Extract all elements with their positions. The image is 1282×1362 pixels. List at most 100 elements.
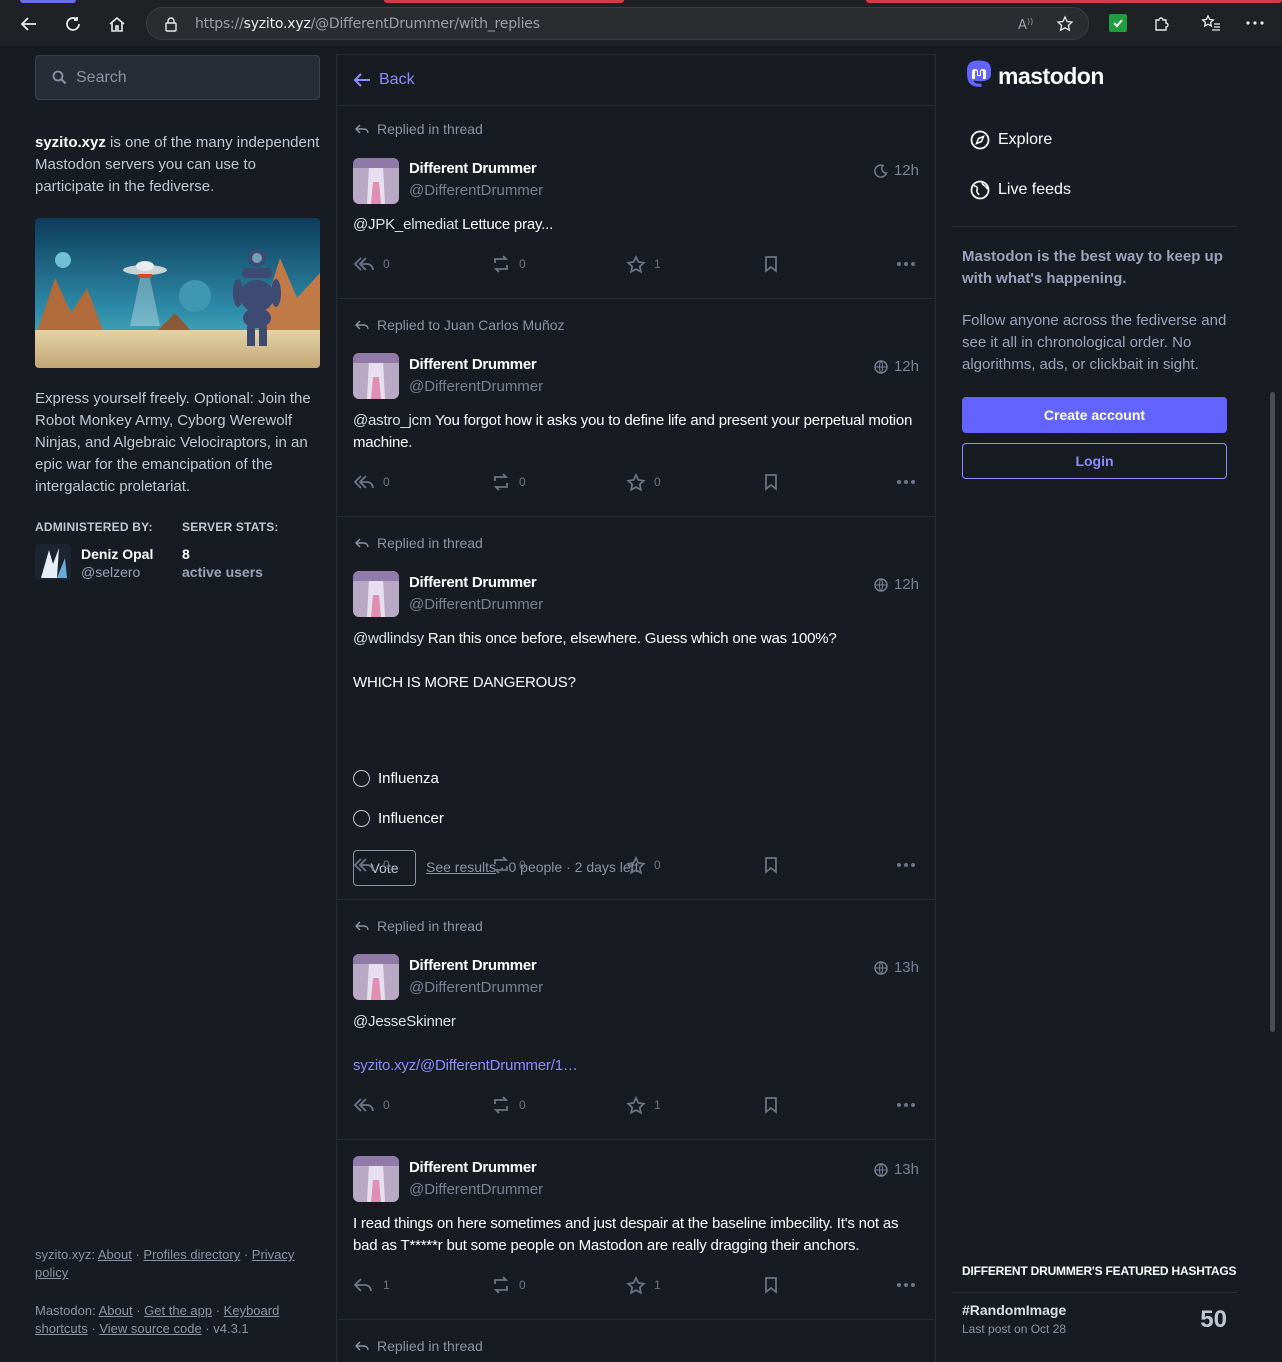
footer-directory-link[interactable]: Profiles directory	[143, 1247, 240, 1262]
more-options-button[interactable]	[897, 470, 915, 494]
poll-option[interactable]: Influencer	[353, 810, 444, 827]
active-users-label: active users	[182, 564, 263, 580]
moon-icon	[874, 163, 888, 178]
admin-avatar[interactable]	[35, 544, 71, 580]
favourite-button[interactable]: 0	[626, 470, 661, 494]
radio-button[interactable]	[353, 770, 370, 787]
status-post[interactable]: Replied to Juan Carlos Muñoz Different D…	[337, 299, 935, 517]
back-arrow-icon[interactable]	[15, 10, 43, 38]
status-time[interactable]: 13h	[874, 959, 919, 976]
footer-get-app-link[interactable]: Get the app	[144, 1303, 212, 1318]
bookmark-button[interactable]	[763, 1093, 779, 1117]
mastodon-logo[interactable]: mastodon	[964, 60, 1104, 92]
home-icon[interactable]	[103, 10, 131, 38]
footer-mastodon-about-link[interactable]: About	[99, 1303, 133, 1318]
bookmark-button[interactable]	[763, 252, 779, 276]
url-text: https://syzito.xyz/@DifferentDrummer/wit…	[195, 15, 540, 32]
extension-check-icon[interactable]	[1108, 13, 1128, 33]
boost-button[interactable]: 0	[491, 853, 526, 877]
avatar[interactable]	[353, 1156, 399, 1202]
back-button[interactable]: Back	[337, 54, 935, 106]
boost-button[interactable]: 0	[491, 1273, 526, 1297]
more-options-button[interactable]	[897, 252, 915, 276]
status-prepend: Replied in thread	[354, 918, 483, 934]
reply-arrow-icon	[355, 320, 369, 330]
status-time[interactable]: 12h	[874, 358, 919, 375]
status-link[interactable]: syzito.xyz/@DifferentDrummer/1…	[353, 1055, 913, 1077]
status-post[interactable]: Replied in thread Different Drummer @Dif…	[337, 900, 935, 1140]
status-content: @JPK_elmediat Lettuce pray...	[353, 216, 554, 233]
avatar[interactable]	[353, 571, 399, 617]
create-account-button[interactable]: Create account	[962, 397, 1227, 433]
poll-option[interactable]: Influenza	[353, 770, 439, 787]
favourite-button[interactable]: 1	[626, 252, 661, 276]
bookmark-button[interactable]	[763, 470, 779, 494]
avatar[interactable]	[353, 954, 399, 1000]
status-post[interactable]: Different Drummer @DifferentDrummer 13h …	[337, 1140, 935, 1320]
mention-link[interactable]: @JesseSkinner	[353, 1013, 456, 1030]
status-time[interactable]: 12h	[874, 162, 919, 179]
bookmark-button[interactable]	[763, 853, 779, 877]
reply-all-button[interactable]: 0	[353, 1093, 390, 1117]
reply-all-button[interactable]: 0	[353, 853, 390, 877]
account-handle[interactable]: @DifferentDrummer	[409, 979, 543, 996]
favorite-star-icon[interactable]	[1056, 15, 1074, 33]
account-handle[interactable]: @DifferentDrummer	[409, 1181, 543, 1198]
more-menu-icon[interactable]	[1245, 13, 1265, 33]
boost-button[interactable]: 0	[491, 1093, 526, 1117]
mention-link[interactable]: @wdlindsy	[353, 630, 424, 647]
signup-description: Follow anyone across the fediverse and s…	[962, 312, 1227, 373]
admin-handle[interactable]: @selzero	[81, 564, 140, 580]
nav-live-feeds[interactable]: Live feeds	[970, 180, 1071, 200]
login-button[interactable]: Login	[962, 443, 1227, 479]
footer-source-link[interactable]: View source code	[99, 1321, 201, 1336]
account-handle[interactable]: @DifferentDrummer	[409, 182, 543, 199]
avatar[interactable]	[353, 158, 399, 204]
more-options-button[interactable]	[897, 1273, 915, 1297]
extensions-puzzle-icon[interactable]	[1152, 13, 1172, 33]
nav-explore[interactable]: Explore	[970, 130, 1052, 150]
avatar[interactable]	[353, 353, 399, 399]
footer-about-link[interactable]: About	[98, 1247, 132, 1262]
featured-hashtag[interactable]: #RandomImage Last post on Oct 28 50	[952, 1292, 1237, 1348]
address-bar[interactable]: https://syzito.xyz/@DifferentDrummer/wit…	[146, 7, 1089, 40]
mention-link[interactable]: @astro_jcm	[353, 412, 431, 429]
account-handle[interactable]: @DifferentDrummer	[409, 596, 543, 613]
more-options-button[interactable]	[897, 1093, 915, 1117]
reply-all-button[interactable]: 0	[353, 252, 390, 276]
reload-icon[interactable]	[59, 10, 87, 38]
more-options-button[interactable]	[897, 853, 915, 877]
status-actions: 1 0 1	[353, 1273, 921, 1297]
read-aloud-icon[interactable]: A))	[1018, 16, 1034, 32]
boost-button[interactable]: 0	[491, 252, 526, 276]
radio-button[interactable]	[353, 810, 370, 827]
display-name[interactable]: Different Drummer	[409, 160, 537, 177]
display-name[interactable]: Different Drummer	[409, 1159, 537, 1176]
featured-hashtags-heading: DIFFERENT DRUMMER'S FEATURED HASHTAGS	[962, 1264, 1237, 1278]
status-time[interactable]: 12h	[874, 576, 919, 593]
display-name[interactable]: Different Drummer	[409, 574, 537, 591]
search-placeholder: Search	[76, 68, 127, 86]
display-name[interactable]: Different Drummer	[409, 356, 537, 373]
bookmark-button[interactable]	[763, 1273, 779, 1297]
boost-button[interactable]: 0	[491, 470, 526, 494]
display-name[interactable]: Different Drummer	[409, 957, 537, 974]
status-post[interactable]: Replied in thread Different Drummer @Dif…	[337, 106, 935, 299]
mention-link[interactable]: @JPK_elmediat	[353, 216, 458, 233]
favourite-button[interactable]: 1	[626, 1093, 661, 1117]
favourite-button[interactable]: 0	[626, 853, 661, 877]
reply-all-button[interactable]: 0	[353, 470, 390, 494]
scrollbar-thumb[interactable]	[1270, 392, 1275, 1032]
active-users-count: 8	[182, 546, 190, 562]
favorites-list-icon[interactable]	[1201, 13, 1221, 33]
search-input[interactable]: Search	[35, 55, 320, 100]
admin-name[interactable]: Deniz Opal	[81, 546, 153, 562]
hashtag-name[interactable]: #RandomImage	[962, 1302, 1066, 1318]
account-handle[interactable]: @DifferentDrummer	[409, 378, 543, 395]
status-post[interactable]: Replied in thread Different Drummer @Dif…	[337, 517, 935, 900]
status-time[interactable]: 13h	[874, 1161, 919, 1178]
status-actions: 0 0 1	[353, 1093, 921, 1117]
status-post[interactable]: Replied in thread	[337, 1320, 935, 1362]
reply-button[interactable]: 1	[353, 1273, 390, 1297]
favourite-button[interactable]: 1	[626, 1273, 661, 1297]
